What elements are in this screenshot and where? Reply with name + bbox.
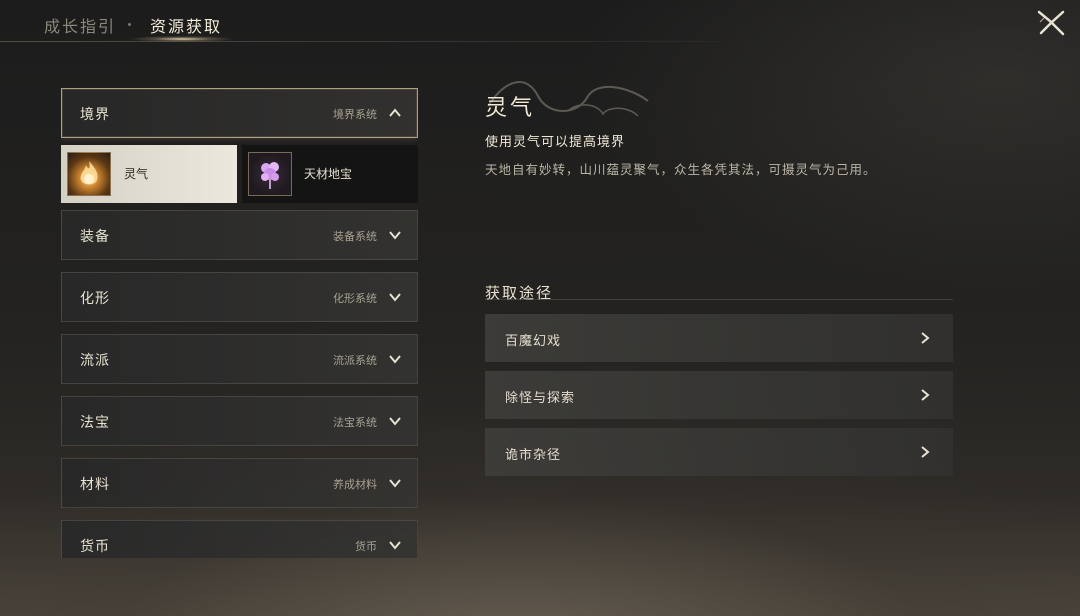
category-equipment[interactable]: 装备 装备系统: [61, 210, 418, 260]
chevron-down-icon: [389, 293, 401, 302]
purple-herb-icon: [248, 152, 292, 196]
top-bar: 成长指引 资源获取: [0, 0, 1080, 46]
category-school[interactable]: 流派 流派系统: [61, 334, 418, 384]
category-currency[interactable]: 货币 货币: [61, 520, 418, 558]
category-name: 流派: [80, 353, 110, 369]
category-name: 法宝: [80, 415, 110, 431]
chevron-down-icon: [389, 541, 401, 550]
item-lingqi[interactable]: 灵气: [61, 145, 237, 203]
chevron-down-icon: [389, 231, 401, 240]
category-system-label: 养成材料: [333, 478, 377, 491]
source-label: 百魔幻戏: [505, 334, 562, 349]
category-name: 化形: [80, 291, 110, 307]
detail-subtitle: 使用灵气可以提高境界: [485, 135, 626, 150]
chevron-up-icon: [389, 108, 401, 117]
category-name: 装备: [80, 229, 110, 245]
detail-description: 天地自有妙转，山川蕴灵聚气，众生各凭其法，可摄灵气为己用。: [485, 162, 877, 177]
category-system-label: 流派系统: [333, 354, 377, 367]
category-system-label: 装备系统: [333, 230, 377, 243]
chevron-down-icon: [389, 479, 401, 488]
category-transformation[interactable]: 化形 化形系统: [61, 272, 418, 322]
source-label: 除怪与探索: [505, 391, 576, 406]
category-name: 材料: [80, 477, 110, 493]
close-button[interactable]: [1036, 8, 1066, 38]
source-button[interactable]: 诡市杂径: [485, 428, 953, 476]
chevron-right-icon: [921, 389, 930, 401]
source-button[interactable]: 百魔幻戏: [485, 314, 953, 362]
item-label: 灵气: [124, 167, 149, 181]
flame-icon: [67, 152, 111, 196]
category-system-label: 货币: [355, 540, 377, 553]
source-label: 诡市杂径: [505, 448, 562, 463]
category-name: 境界: [80, 107, 110, 123]
category-system-label: 法宝系统: [333, 416, 377, 429]
category-materials[interactable]: 材料 养成材料: [61, 458, 418, 508]
category-treasure[interactable]: 法宝 法宝系统: [61, 396, 418, 446]
tab-separator-dot: [128, 23, 131, 26]
chevron-down-icon: [389, 417, 401, 426]
chevron-down-icon: [389, 355, 401, 364]
acquisition-divider: [485, 299, 953, 300]
category-name: 货币: [80, 539, 110, 555]
tab-resource-acquisition[interactable]: 资源获取: [150, 13, 222, 37]
detail-title: 灵气: [485, 96, 536, 121]
category-realm[interactable]: 境界 境界系统: [61, 88, 418, 138]
category-system-label: 境界系统: [333, 108, 377, 121]
chevron-right-icon: [921, 332, 930, 344]
category-system-label: 化形系统: [333, 292, 377, 305]
source-button[interactable]: 除怪与探索: [485, 371, 953, 419]
item-tiancai-dibao[interactable]: 天材地宝: [242, 145, 418, 203]
tab-growth-guide[interactable]: 成长指引: [44, 13, 116, 37]
active-tab-indicator: [132, 36, 232, 42]
item-label: 天材地宝: [304, 167, 353, 181]
close-icon: [1037, 10, 1065, 36]
category-list: 境界 境界系统 灵气 天材地宝 装备 装备系统 化形 化形系统 流派 流派系统 …: [61, 88, 418, 558]
top-divider: [0, 41, 720, 42]
chevron-right-icon: [921, 446, 930, 458]
